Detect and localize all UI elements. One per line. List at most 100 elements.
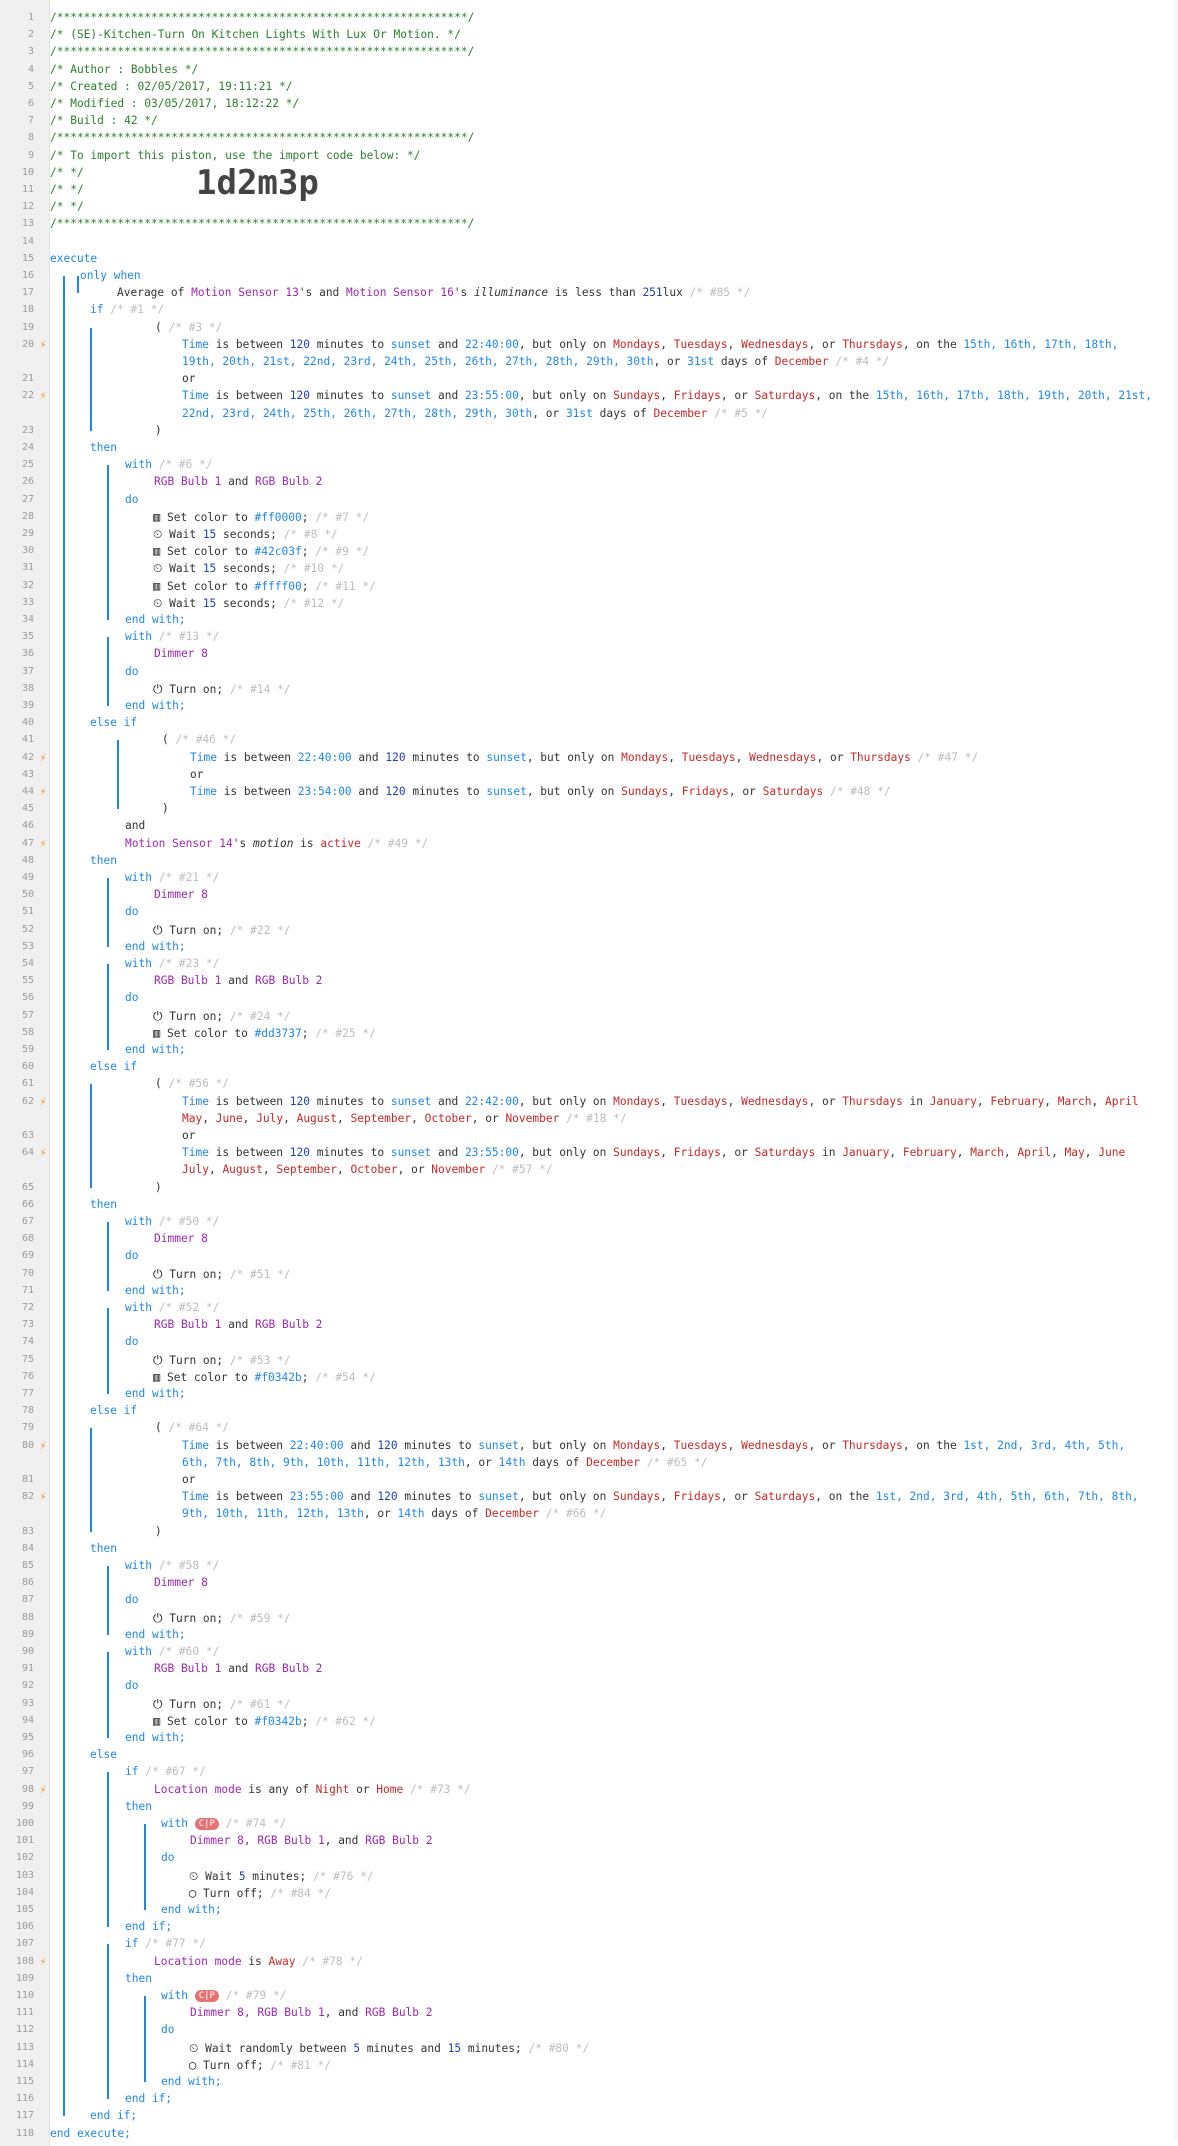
literal-value: Thursdays [842, 337, 903, 351]
code-line: Time is between 120 minutes to sunset an… [182, 1146, 1125, 1160]
code-line: do [125, 1335, 138, 1349]
keyword: then [125, 1971, 152, 1985]
device-name[interactable]: RGB Bulb 2 [255, 974, 322, 987]
scrollbar-track[interactable] [1174, 0, 1178, 2140]
device-name[interactable]: RGB Bulb 1 [154, 1318, 221, 1331]
device-name[interactable]: Location mode [154, 1783, 242, 1796]
block-rail [107, 878, 109, 947]
line-number: 21 [21, 373, 34, 385]
code-text: , [727, 337, 742, 351]
cancel-pending-badge[interactable]: C|P [194, 1990, 219, 2002]
literal-value: Saturdays [762, 785, 824, 798]
device-name[interactable]: Dimmer 8 [154, 647, 208, 660]
line-number: 73 [21, 1319, 34, 1331]
code-text: 's and [298, 286, 347, 300]
code-text: Wait [169, 562, 203, 576]
device-name[interactable]: RGB Bulb 1 [154, 974, 221, 987]
number-value: 15 [202, 562, 217, 576]
code-text: , [660, 1490, 674, 1504]
line-number: 102 [15, 1852, 34, 1864]
code-text: , but only on [518, 1490, 614, 1504]
device-name[interactable]: Dimmer 8, [190, 2006, 257, 2019]
import-code[interactable]: 1d2m3p [196, 166, 319, 200]
line-number: 42 [21, 751, 34, 763]
device-name[interactable]: Location mode [154, 1955, 242, 1968]
literal-value: Sundays [613, 1490, 661, 1504]
line-number: 62 [21, 1095, 34, 1107]
device-name[interactable]: RGB Bulb 1 [154, 475, 221, 488]
device-name[interactable]: Motion Sensor 14 [125, 837, 233, 850]
device-name[interactable]: RGB Bulb 2 [365, 1834, 432, 1847]
code-text: , [735, 750, 750, 764]
code-text: or [182, 1129, 196, 1142]
code-text: Set color to [166, 510, 255, 524]
device-name[interactable]: RGB Bulb 1 [154, 1662, 221, 1675]
code-text: , or [397, 1163, 432, 1177]
code-line: end with; [125, 699, 186, 713]
trigger-bolt-icon: ⚡ [39, 337, 47, 351]
line-number: 17 [21, 287, 34, 299]
device-name[interactable]: Motion Sensor 13 [191, 286, 299, 299]
literal-value: June [215, 1111, 243, 1125]
number-value: 251 [642, 286, 663, 300]
line-number: 63 [21, 1130, 34, 1141]
code-line: /***************************************… [50, 11, 474, 25]
code-text: Turn on; [169, 1009, 224, 1023]
code-line: end with; [125, 1387, 186, 1401]
code-line: ⏻ Turn on; /* #24 */ [153, 1009, 291, 1024]
cancel-pending-badge[interactable]: C|P [194, 1818, 219, 1830]
code-text: , [262, 1163, 277, 1177]
device-name[interactable]: RGB Bulb 2 [255, 475, 322, 488]
code-line: /* */ [50, 200, 84, 214]
literal-value: December [774, 355, 829, 368]
literal-value: March [1057, 1094, 1092, 1108]
device-name[interactable]: Dimmer 8 [154, 1232, 208, 1245]
device-name[interactable]: Dimmer 8, [190, 1834, 257, 1847]
device-name[interactable]: Dimmer 8 [154, 1576, 208, 1589]
code-text: lux [662, 286, 683, 300]
code-line: do [125, 493, 138, 507]
code-line: Time is between 120 minutes to sunset an… [182, 338, 1118, 352]
device-name[interactable]: RGB Bulb 2 [255, 1318, 322, 1331]
code-text: and [343, 1438, 378, 1452]
header-comment: /* Created : 02/05/2017, 19:11:21 */ [50, 79, 293, 93]
line-number: 61 [21, 1078, 34, 1090]
line-number: 68 [21, 1233, 34, 1245]
literal-value: Sundays [613, 389, 661, 403]
device-name[interactable]: RGB Bulb 1 [257, 1834, 324, 1847]
code-line: /***************************************… [50, 131, 474, 145]
keyword: end execute; [50, 2126, 131, 2140]
device-name[interactable]: Dimmer 8 [154, 888, 208, 901]
code-text: , but only on [518, 1094, 614, 1108]
line-number: 92 [21, 1680, 34, 1692]
code-line: end with; [161, 2075, 222, 2089]
device-name[interactable]: RGB Bulb 1 [257, 2006, 324, 2019]
literal-value: March [970, 1146, 1004, 1160]
line-number: 16 [21, 270, 34, 281]
code-line: ) [155, 1181, 162, 1195]
keyword: if [90, 303, 104, 317]
code-line: ▥ Set color to #dd3737; /* #25 */ [153, 1026, 376, 1041]
literal-value: January [929, 1094, 977, 1108]
device-name[interactable]: RGB Bulb 2 [365, 2006, 432, 2019]
line-number: 2 [27, 29, 34, 41]
literal-value: Away [268, 1954, 296, 1968]
line-number: 85 [21, 1560, 34, 1571]
code-text: ( [162, 733, 176, 747]
code-text: , [668, 750, 682, 764]
code-text: Set color to [166, 1026, 255, 1040]
code-line: Dimmer 8 [154, 1232, 208, 1246]
line-number: 45 [21, 803, 34, 815]
code-text: Turn on; [169, 682, 224, 696]
code-line: end with; [125, 1628, 186, 1642]
device-name[interactable]: Motion Sensor 16 [346, 286, 454, 299]
literal-value: October [350, 1163, 398, 1177]
keyword: 23:55:00 [289, 1490, 344, 1504]
literal-value: February [990, 1094, 1045, 1108]
device-name[interactable]: RGB Bulb 2 [255, 1662, 322, 1675]
statement-comment: /* #52 */ [158, 1301, 220, 1314]
line-number: 12 [21, 201, 34, 213]
